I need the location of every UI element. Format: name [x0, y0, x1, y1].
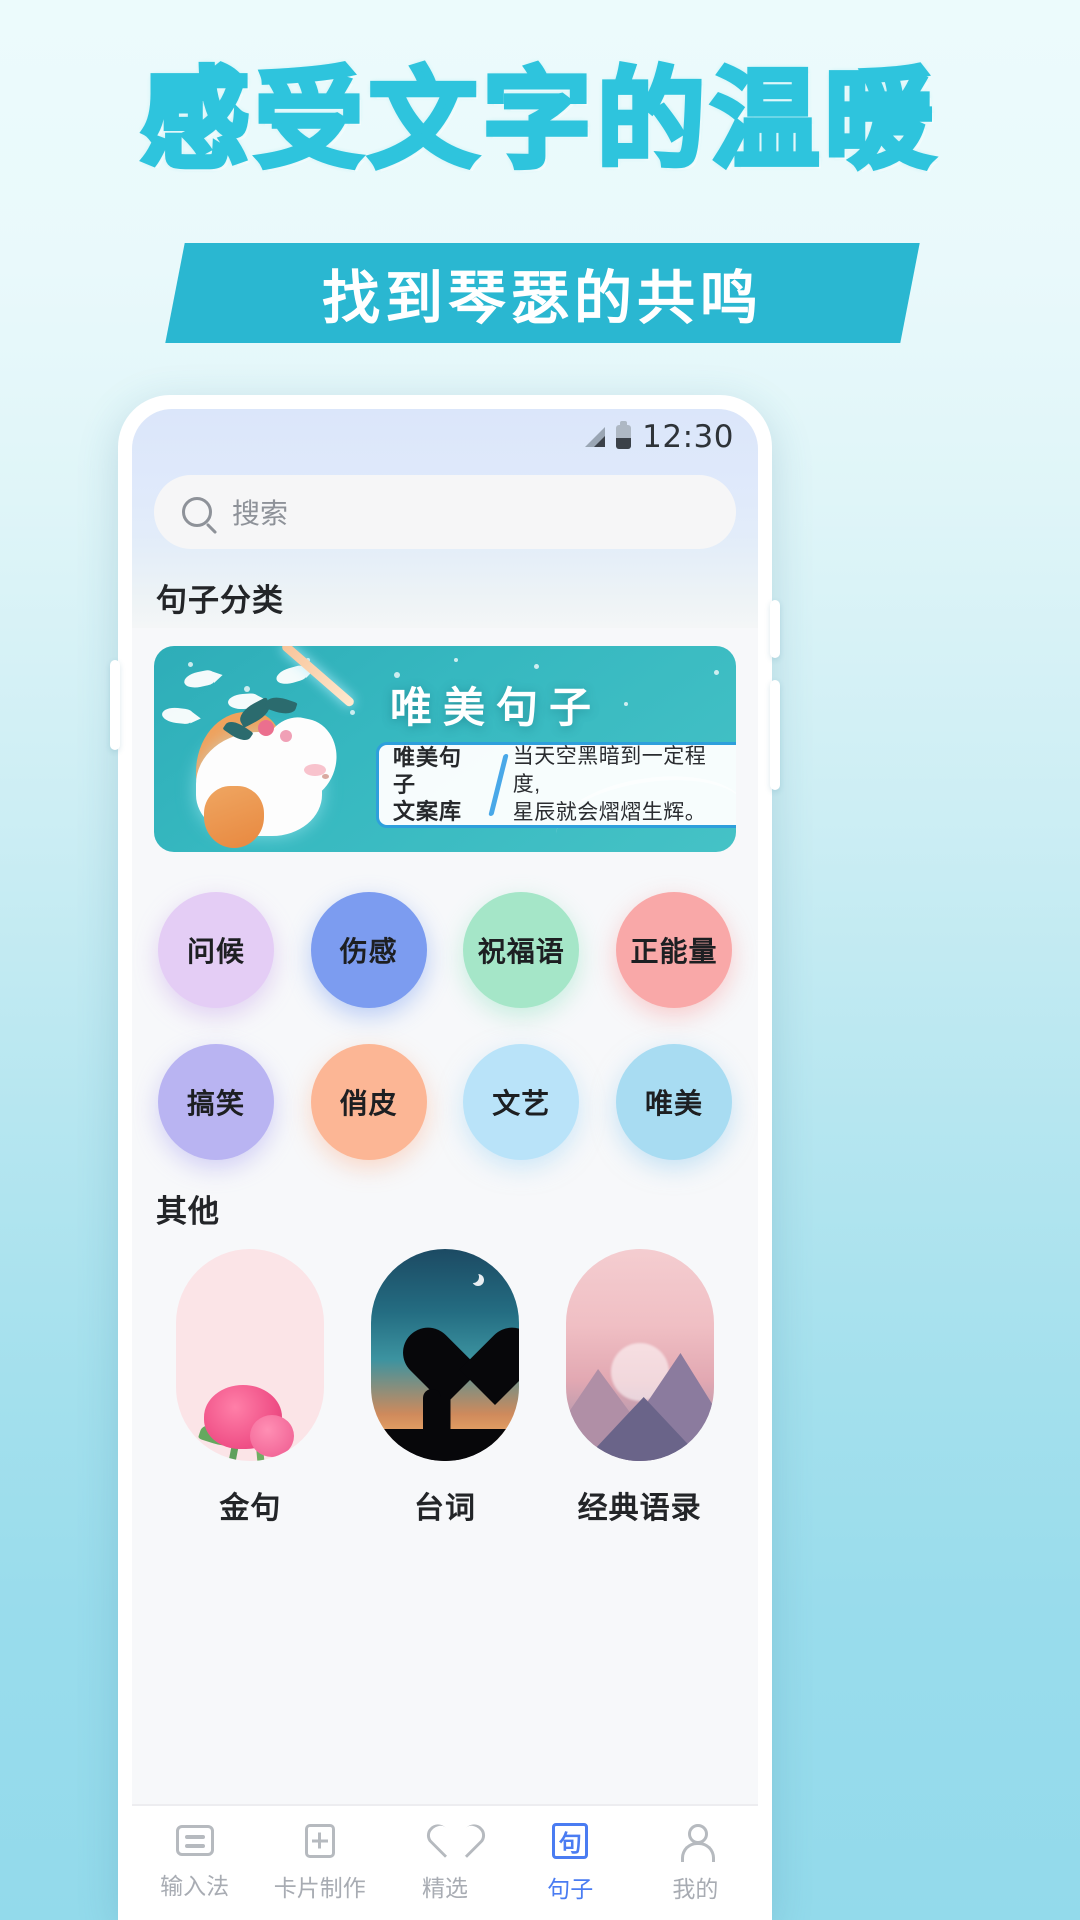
tab-sentences[interactable]: 句 句子: [508, 1822, 633, 1904]
star-dot: [624, 702, 628, 706]
fish-icon: [182, 669, 216, 690]
other-card-jingdianyulu[interactable]: 经典语录: [557, 1249, 722, 1527]
tab-label: 句子: [547, 1875, 594, 1902]
fish-icon: [161, 706, 193, 725]
category-cell: 伤感: [299, 880, 439, 1020]
search-input[interactable]: 搜索: [154, 475, 736, 549]
banner-quote-box: 唯美句子 文案库 当天空黑暗到一定程度, 星辰就会熠熠生辉。: [376, 742, 736, 828]
tab-profile[interactable]: 我的: [633, 1823, 758, 1904]
other-card-jinju[interactable]: 金句: [168, 1249, 333, 1527]
banner-title: 唯美句子: [390, 683, 603, 732]
status-bar: 12:30: [132, 409, 758, 465]
phone-power-button: [770, 680, 780, 790]
battery-icon: [616, 421, 632, 449]
other-cards-row: 金句 台词 经典语录: [132, 1231, 758, 1527]
category-chip-wenhou[interactable]: 问候: [158, 892, 274, 1008]
screen-top-area: 12:30 搜索 句子分类: [132, 409, 758, 628]
pink-mountain-image: [565, 1249, 714, 1461]
other-card-taici[interactable]: 台词: [363, 1249, 528, 1527]
category-cell: 问候: [146, 880, 286, 1020]
unicorn-mane-lower: [204, 786, 264, 848]
category-cell: 文艺: [451, 1032, 591, 1172]
category-chip-gaoxiao[interactable]: 搞笑: [158, 1044, 274, 1160]
sentence-icon: 句: [552, 1822, 589, 1859]
phone-left-button: [110, 660, 120, 750]
promo-subtitle: 找到琴瑟的共鸣: [321, 264, 763, 332]
flower-icon: [280, 730, 292, 742]
card-plus-icon: [304, 1823, 335, 1858]
heart-icon: [426, 1824, 464, 1858]
tab-card-maker[interactable]: 卡片制作: [257, 1823, 382, 1903]
category-chip-shanggan[interactable]: 伤感: [310, 892, 427, 1008]
star-dot: [350, 710, 355, 715]
people-silhouette: [423, 1389, 441, 1433]
leaf-icon: [264, 693, 298, 718]
category-cell: 祝福语: [451, 880, 591, 1020]
star-dot: [188, 662, 193, 667]
other-card-label: 台词: [414, 1491, 476, 1526]
tab-label: 输入法: [160, 1873, 230, 1899]
phone-screen: 12:30 搜索 句子分类 唯美句子 唯美句子 文案库 当天空黑暗到一定程度, …: [132, 409, 758, 1920]
signal-bars-icon: [585, 427, 606, 447]
phone-mockup: 12:30 搜索 句子分类 唯美句子 唯美句子 文案库 当天空黑暗到一定程度, …: [110, 395, 780, 1920]
heart-tree-sunset-image: [371, 1249, 519, 1461]
category-cell: 唯美: [604, 1032, 744, 1172]
search-placeholder: 搜索: [232, 498, 289, 529]
keyboard-icon: [175, 1825, 214, 1856]
phone-volume-button: [770, 600, 780, 658]
pink-flower-image: [176, 1249, 325, 1461]
other-section-title: 其他: [156, 1194, 220, 1230]
category-chip-zhengnengliang[interactable]: 正能量: [615, 892, 732, 1008]
star-dot: [534, 664, 539, 669]
tab-featured[interactable]: 精选: [382, 1824, 507, 1903]
search-icon: [182, 497, 212, 527]
banner-brand-text: 唯美句子 文案库: [393, 745, 463, 825]
category-cell: 搞笑: [146, 1032, 286, 1172]
unicorn-nostril: [322, 774, 329, 779]
other-card-label: 经典语录: [577, 1491, 702, 1526]
category-row: 搞笑 俏皮 文艺 唯美: [146, 1032, 744, 1172]
star-dot: [714, 670, 719, 675]
category-row: 问候 伤感 祝福语 正能量: [146, 880, 744, 1020]
flower-petal: [250, 1415, 295, 1457]
tab-input-method[interactable]: 输入法: [132, 1825, 257, 1901]
user-icon: [677, 1823, 716, 1862]
featured-banner[interactable]: 唯美句子 唯美句子 文案库 当天空黑暗到一定程度, 星辰就会熠熠生辉。: [154, 646, 736, 852]
category-chip-weimei[interactable]: 唯美: [615, 1044, 732, 1160]
tab-label: 我的: [672, 1875, 719, 1902]
category-chip-wenyi[interactable]: 文艺: [463, 1044, 580, 1160]
ground-silhouette: [371, 1429, 519, 1461]
moon-icon: [467, 1271, 479, 1283]
banner-quote-text: 当天空黑暗到一定程度, 星辰就会熠熠生辉。: [512, 745, 707, 824]
category-grid: 问候 伤感 祝福语 正能量 搞笑 俏皮 文艺 唯美: [132, 880, 758, 1172]
slash-divider-icon: [488, 754, 509, 816]
category-chip-zhufuyu[interactable]: 祝福语: [463, 892, 580, 1008]
star-dot: [244, 686, 250, 692]
other-card-label: 金句: [219, 1491, 282, 1526]
category-chip-qiaopi[interactable]: 俏皮: [310, 1044, 427, 1160]
tab-label: 卡片制作: [273, 1874, 366, 1901]
categories-section-title: 句子分类: [156, 583, 284, 619]
flower-icon: [258, 720, 274, 736]
star-dot: [454, 658, 458, 662]
bottom-tab-bar: 输入法 卡片制作 精选 句 句子 我的: [132, 1804, 758, 1920]
status-clock: 12:30: [642, 419, 734, 455]
promo-title: 感受文字的温暖: [138, 58, 939, 183]
category-cell: 俏皮: [299, 1032, 439, 1172]
tab-label: 精选: [422, 1874, 468, 1901]
category-cell: 正能量: [604, 880, 744, 1020]
